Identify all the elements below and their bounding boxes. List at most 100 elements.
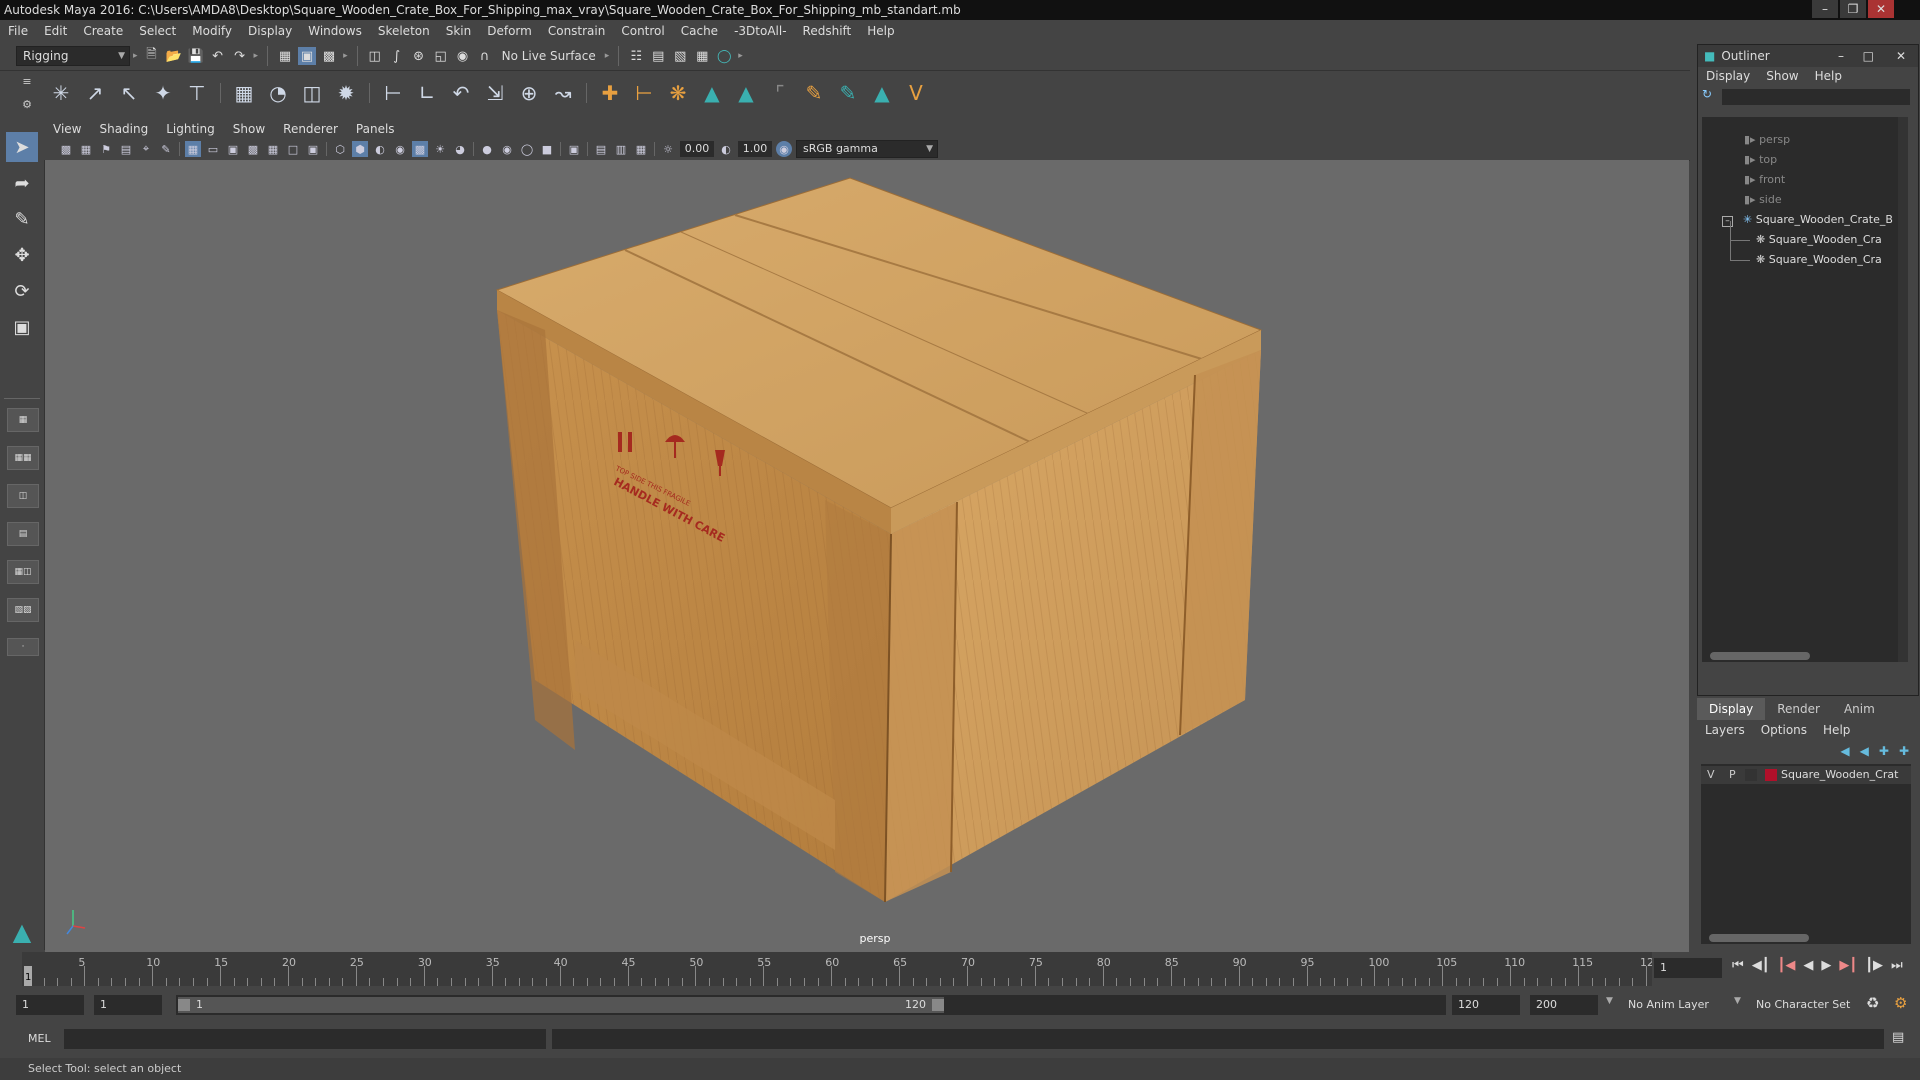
snap-curve-icon[interactable]: ∫ xyxy=(388,47,406,65)
grease-pencil-icon[interactable]: ✎ xyxy=(158,141,174,157)
outliner-menu-display[interactable]: Display xyxy=(1698,69,1758,83)
menu-windows[interactable]: Windows xyxy=(300,24,370,38)
command-input[interactable] xyxy=(64,1029,546,1049)
pole-vector-icon[interactable]: ↝ xyxy=(549,78,577,108)
maximize-icon[interactable]: ❐ xyxy=(1840,0,1866,18)
layer-menu-help[interactable]: Help xyxy=(1815,723,1858,737)
panel-menu-shading[interactable]: Shading xyxy=(90,122,157,136)
outliner-menu-help[interactable]: Help xyxy=(1807,69,1850,83)
ik-spline-icon[interactable]: ↖ xyxy=(115,78,143,108)
minimize-icon[interactable]: – xyxy=(1838,49,1844,63)
tab-render[interactable]: Render xyxy=(1765,698,1832,720)
new-layer-icon[interactable]: ✚ xyxy=(1879,744,1889,758)
bookmark-icon[interactable]: ⚑ xyxy=(98,141,114,157)
layer-name[interactable]: Square_Wooden_Crat xyxy=(1781,768,1898,781)
select-hierarchy-icon[interactable]: ▦ xyxy=(276,47,294,65)
layer-display-type[interactable] xyxy=(1745,769,1757,781)
layer-visibility-toggle[interactable]: V xyxy=(1707,768,1715,781)
menu-redshift[interactable]: Redshift xyxy=(795,24,860,38)
select-tool-icon[interactable]: ➤ xyxy=(6,132,38,162)
go-to-end-icon[interactable]: ⏭ xyxy=(1891,958,1903,973)
brush-icon[interactable]: ✎ xyxy=(834,78,862,108)
v-tool-icon[interactable]: V xyxy=(902,78,930,108)
menu-skin[interactable]: Skin xyxy=(438,24,480,38)
xray-components-icon[interactable]: ▦ xyxy=(633,141,649,157)
list-item[interactable]: ▮▸ top xyxy=(1744,151,1777,169)
live-surface-label[interactable]: No Live Surface xyxy=(502,49,596,63)
magnet-icon[interactable]: ∩ xyxy=(476,47,494,65)
scale-tool-icon[interactable]: ▣ xyxy=(6,312,38,342)
list-item[interactable]: ▮▸ side xyxy=(1744,191,1782,209)
point-constraint-icon[interactable]: ∟ xyxy=(413,78,441,108)
lattice-icon[interactable]: ◫ xyxy=(298,78,326,108)
anti-alias-icon[interactable]: ◯ xyxy=(519,141,535,157)
playback-start-field[interactable]: 1 xyxy=(94,995,162,1015)
film-gate-icon[interactable]: ▭ xyxy=(205,141,221,157)
four-view-icon[interactable]: ▦▦ xyxy=(7,446,39,470)
perspective-viewport[interactable]: TOP SIDE THIS FRAGILE HANDLE WITH CARE p… xyxy=(45,160,1689,952)
range-slider-track[interactable]: 1 120 xyxy=(176,995,1446,1015)
close-icon[interactable]: ✕ xyxy=(1868,0,1894,18)
layer-color-swatch[interactable] xyxy=(1765,769,1777,781)
range-slider-handle[interactable]: 1 120 xyxy=(178,997,944,1013)
shadows-icon[interactable]: ◕ xyxy=(452,141,468,157)
panel-menu-renderer[interactable]: Renderer xyxy=(274,122,347,136)
menu-control[interactable]: Control xyxy=(613,24,672,38)
outliner-hscrollbar[interactable] xyxy=(1710,652,1810,660)
start-time-field[interactable]: 1 xyxy=(16,995,84,1015)
more-layouts-icon[interactable]: · xyxy=(7,638,39,656)
gate-mask-icon[interactable]: ▩ xyxy=(245,141,261,157)
step-back-icon[interactable]: ┃◀ xyxy=(1778,958,1796,973)
bind-skin-icon[interactable]: ▦ xyxy=(230,78,258,108)
rotate-tool-icon[interactable]: ⟳ xyxy=(6,276,38,306)
field-chart-icon[interactable]: ▦ xyxy=(265,141,281,157)
safe-action-icon[interactable]: □ xyxy=(285,141,301,157)
select-component-icon[interactable]: ▩ xyxy=(320,47,338,65)
orient-constraint-icon[interactable]: ↶ xyxy=(447,78,475,108)
lights-icon[interactable]: ☀ xyxy=(432,141,448,157)
new-scene-icon[interactable]: 🗎 xyxy=(143,47,161,65)
textured-icon[interactable]: ▩ xyxy=(412,141,428,157)
gamma-icon[interactable]: ◐ xyxy=(718,141,734,157)
shelf-menu-icon[interactable]: ≡ xyxy=(22,75,31,88)
collapse-icon[interactable]: ▸ xyxy=(738,51,743,61)
snap-grid-icon[interactable]: ◫ xyxy=(366,47,384,65)
list-item[interactable]: ❋ Square_Wooden_Cra xyxy=(1756,231,1882,249)
snap-point-icon[interactable]: ⊛ xyxy=(410,47,428,65)
current-frame-field[interactable]: 1 xyxy=(1654,958,1722,978)
refresh-icon[interactable]: ↻ xyxy=(1702,87,1720,105)
locator-icon[interactable]: ✚ xyxy=(596,78,624,108)
move-tool-icon[interactable]: ✥ xyxy=(6,240,38,270)
cluster-icon[interactable]: ✹ xyxy=(332,78,360,108)
scale-constraint-icon[interactable]: ⇲ xyxy=(481,78,509,108)
panel-menu-show[interactable]: Show xyxy=(224,122,274,136)
wireframe-on-shaded-icon[interactable]: ◉ xyxy=(392,141,408,157)
default-material-icon[interactable]: ◐ xyxy=(372,141,388,157)
command-language-label[interactable]: MEL xyxy=(28,1032,51,1045)
select-object-icon[interactable]: ▣ xyxy=(298,47,317,65)
ik-handle-icon[interactable]: ↗ xyxy=(81,78,109,108)
minimize-icon[interactable]: – xyxy=(1812,0,1838,18)
menu-set-dropdown[interactable]: Rigging ▼ xyxy=(16,46,130,66)
anim-layer-dropdown[interactable]: No Anim Layer xyxy=(1622,995,1740,1015)
menu-deform[interactable]: Deform xyxy=(479,24,540,38)
panel-menu-view[interactable]: View xyxy=(44,122,90,136)
step-forward-key-icon[interactable]: ┃▶ xyxy=(1865,958,1883,973)
maya-hik-icon[interactable]: ▲ xyxy=(698,78,726,108)
image-plane-icon[interactable]: ▤ xyxy=(118,141,134,157)
hypershade-layout-icon[interactable]: ▧▧ xyxy=(7,598,39,622)
handle-icon[interactable]: ⊢ xyxy=(630,78,658,108)
list-item[interactable]: – ✳ Square_Wooden_Crate_B xyxy=(1722,211,1893,229)
motion-blur-icon[interactable]: ◉ xyxy=(499,141,515,157)
curve-icon[interactable]: ⌜ xyxy=(766,78,794,108)
resolution-gate-icon[interactable]: ▣ xyxy=(225,141,241,157)
time-slider[interactable]: 5 10 15 20 25 30 35 40 45 50 55 60 65 70 75 80 85 90 95 100… xyxy=(22,952,1661,986)
isolate-select-icon[interactable]: ▣ xyxy=(566,141,582,157)
smooth-shade-icon[interactable]: ⬢ xyxy=(352,141,368,157)
step-back-key-icon[interactable]: ◀┃ xyxy=(1752,958,1770,973)
play-forward-icon[interactable]: ▶ xyxy=(1821,958,1831,973)
depth-of-field-icon[interactable]: ■ xyxy=(539,141,555,157)
single-view-icon[interactable]: ▦ xyxy=(7,408,39,432)
range-end-grip[interactable] xyxy=(932,999,944,1011)
move-layer-down-icon[interactable]: ◀ xyxy=(1860,744,1869,758)
